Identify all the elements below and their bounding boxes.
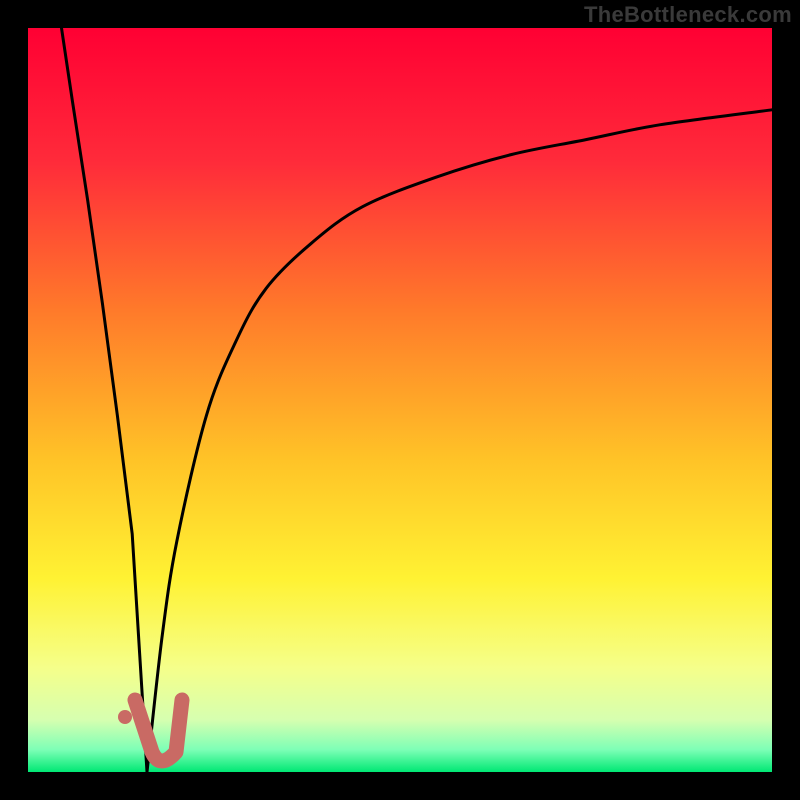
marker-dot: [118, 710, 132, 724]
chart-container: TheBottleneck.com: [0, 0, 800, 800]
watermark-text: TheBottleneck.com: [584, 2, 792, 28]
chart-svg: [0, 0, 800, 800]
